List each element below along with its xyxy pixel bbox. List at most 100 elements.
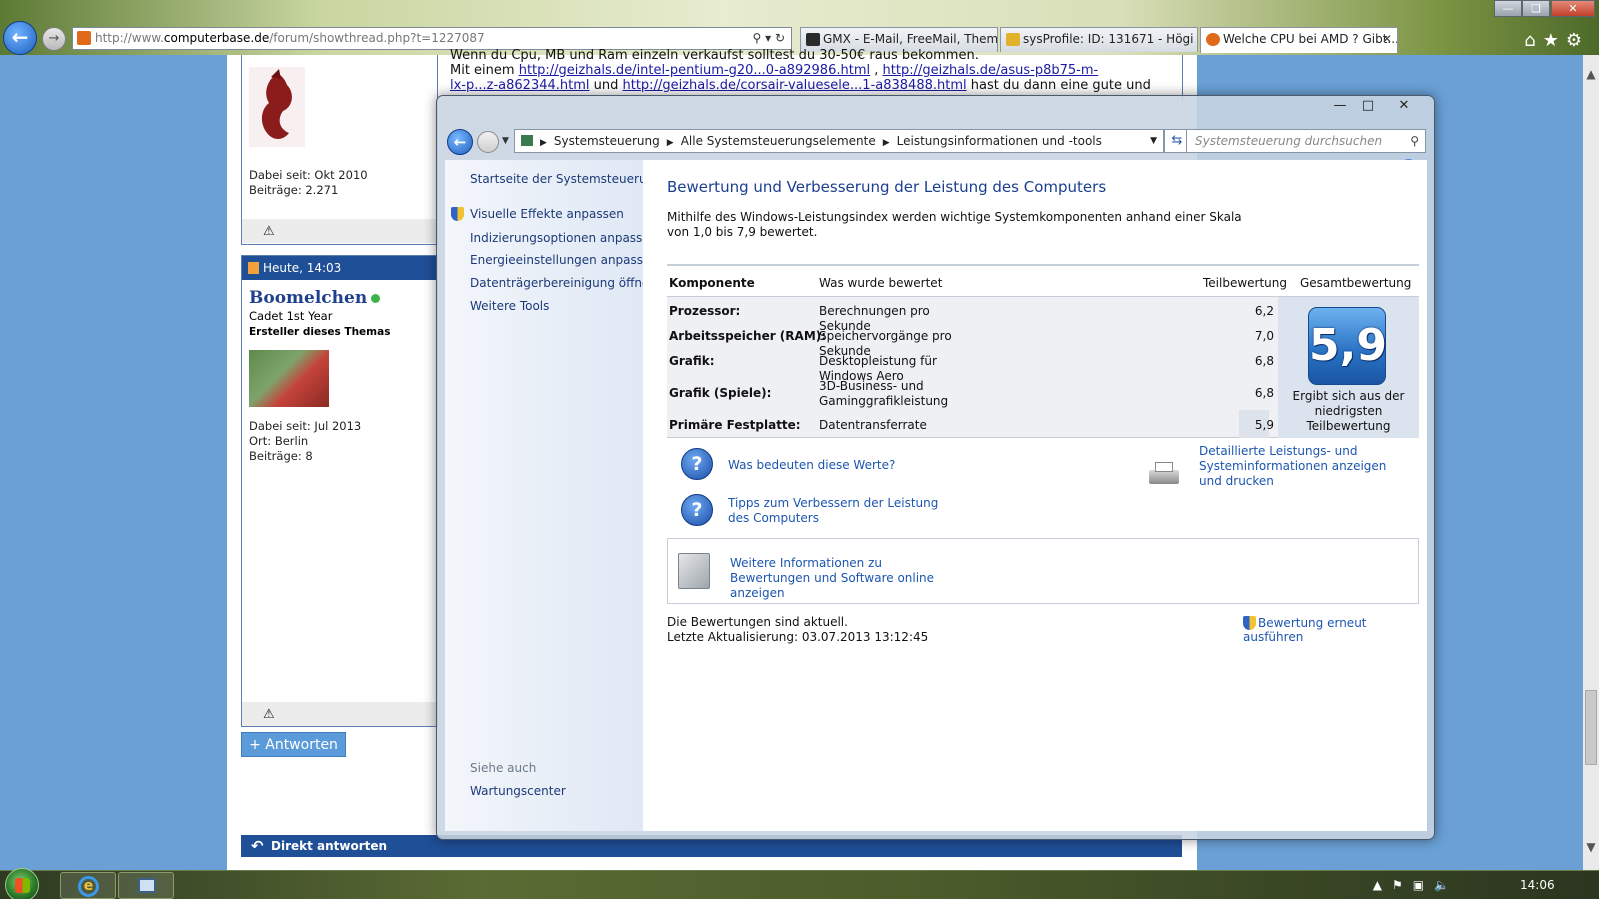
column-header: Was wurde bewertet — [819, 276, 943, 290]
warning-icon[interactable]: ⚠ — [263, 707, 275, 722]
online-info-box: Weitere Informationen zu Bewertungen und… — [667, 538, 1419, 604]
username[interactable]: Boomelchen — [249, 288, 367, 308]
taskbar-control-panel-button[interactable] — [118, 872, 174, 899]
breadcrumb-item[interactable]: Systemsteuerung — [554, 134, 660, 148]
quick-reply-label: Direkt antworten — [271, 839, 388, 853]
breadcrumb-item[interactable]: Alle Systemsteuerungselemente — [681, 134, 876, 148]
post-user-info-2: Heute, 14:03 Boomelchen Cadet 1st Year E… — [241, 255, 438, 727]
post-line-3-suffix: hast du dann eine gute und — [966, 78, 1151, 93]
status-current: Die Bewertungen sind aktuell. — [667, 615, 848, 629]
online-info-link[interactable]: Weitere Informationen zu Bewertungen und… — [730, 556, 950, 601]
detailed-info-link[interactable]: Detaillierte Leistungs- und Systeminform… — [1199, 444, 1399, 489]
post-count: Beiträge: 2.271 — [249, 183, 339, 197]
see-also-heading: Siehe auch — [470, 761, 537, 775]
minimize-button[interactable]: — — [1494, 0, 1522, 17]
browser-tool-icons[interactable]: ⌂★⚙ — [1524, 30, 1589, 51]
username-link[interactable]: Boomelchen — [249, 288, 381, 308]
post-line-2-sep: , — [870, 63, 883, 78]
browser-forward-button[interactable]: → — [42, 27, 66, 51]
post-text: Wenn du Cpu, MB und Ram einzeln verkaufs… — [450, 48, 1170, 93]
user-location: Ort: Berlin — [249, 434, 309, 448]
cp-minimize-button[interactable]: — — [1327, 98, 1353, 116]
search-refresh-icons[interactable]: ⚲ ▾ ↻ — [753, 28, 786, 49]
restore-button[interactable]: ❏ — [1522, 0, 1550, 17]
column-header: Teilbewertung — [1203, 276, 1288, 290]
geizhals-link-1[interactable]: http://geizhals.de/intel-pentium-g20...0… — [519, 63, 870, 78]
sidebar-item-action-center[interactable]: Wartungscenter — [470, 784, 566, 798]
component-score: 6,8 — [1254, 386, 1274, 400]
sidebar-item-power[interactable]: Energieeinstellungen anpassen — [470, 253, 658, 267]
geizhals-link-2b[interactable]: lx-p...z-a862344.html — [450, 78, 590, 93]
tab-label: Welche CPU bei AMD ? Gibt... — [1223, 32, 1398, 46]
search-icon[interactable]: ⚲ — [1410, 130, 1419, 152]
sidebar-item-disk-cleanup[interactable]: Datenträgerbereinigung öffnen — [470, 276, 657, 290]
sidebar-item-visual-effects[interactable]: Visuelle Effekte anpassen — [470, 207, 624, 221]
column-header: Gesamtbewertung — [1300, 276, 1412, 290]
uac-shield-icon — [451, 207, 464, 221]
geizhals-link-2[interactable]: http://geizhals.de/asus-p8b75-m- — [883, 63, 1099, 78]
browser-back-button[interactable]: ← — [3, 21, 37, 55]
geizhals-link-3[interactable]: http://geizhals.de/corsair-valuesele...1… — [623, 78, 967, 93]
last-update: Letzte Aktualisierung: 03.07.2013 13:12:… — [667, 630, 929, 644]
start-button[interactable] — [5, 868, 39, 899]
path-dropdown-icon[interactable]: ▼ — [1150, 130, 1157, 152]
cp-maximize-button[interactable]: □ — [1355, 98, 1381, 116]
breadcrumb-item[interactable]: Leistungsinformationen und -tools — [897, 134, 1102, 148]
system-tray-icons[interactable]: ▲⚑▣🔈 — [1373, 878, 1459, 892]
what-do-values-mean-link[interactable]: Was bedeuten diese Werte? — [728, 458, 895, 473]
site-favicon — [77, 31, 91, 45]
internet-explorer-icon: e — [78, 876, 99, 897]
question-icon: ? — [681, 448, 713, 480]
rerun-assessment-link[interactable]: Bewertung erneut ausführen — [1243, 615, 1427, 644]
post-line-2-prefix: Mit einem — [450, 63, 519, 78]
taskbar: e ▲⚑▣🔈 14:06 — [0, 868, 1599, 899]
computerbase-icon — [1206, 33, 1220, 46]
sidebar-item-home[interactable]: Startseite der Systemsteuerung — [470, 172, 662, 186]
cp-forward-button[interactable] — [477, 131, 499, 153]
overall-score-caption: Ergibt sich aus der niedrigsten Teilbewe… — [1292, 389, 1405, 433]
warning-icon[interactable]: ⚠ — [263, 224, 275, 239]
scroll-thumb[interactable] — [1585, 690, 1597, 765]
cp-close-button[interactable]: ✕ — [1387, 98, 1421, 116]
rerun-label[interactable]: Bewertung erneut ausführen — [1243, 616, 1367, 644]
user-rank: Cadet 1st Year — [249, 309, 333, 323]
scroll-up-icon[interactable]: ▲ — [1583, 67, 1599, 83]
cp-search-input[interactable]: Systemsteuerung durchsuchen ⚲ — [1186, 129, 1426, 153]
component-rated: Datentransferrate — [819, 418, 927, 432]
component-name: Grafik: — [669, 354, 715, 368]
component-name: Prozessor: — [669, 304, 741, 318]
cp-sidebar: Startseite der Systemsteuerung Visuelle … — [445, 160, 662, 831]
printer-icon — [1147, 460, 1181, 488]
software-icon — [678, 553, 710, 589]
sidebar-item-more-tools[interactable]: Weitere Tools — [470, 299, 549, 313]
page-scrollbar[interactable]: ▲ ▼ — [1583, 55, 1599, 870]
browser-toolbar: ← → http://www.computerbase.de/forum/sho… — [0, 0, 1599, 55]
component-name: Grafik (Spiele): — [669, 386, 772, 400]
search-placeholder: Systemsteuerung durchsuchen — [1195, 134, 1383, 148]
tab-computerbase[interactable]: Welche CPU bei AMD ? Gibt... ✕ — [1200, 27, 1398, 53]
component-name: Arbeitsspeicher (RAM): — [669, 329, 827, 343]
performance-tips-link[interactable]: Tipps zum Verbessern der Leistung des Co… — [728, 496, 958, 526]
address-bar[interactable]: http://www.computerbase.de/forum/showthr… — [72, 27, 792, 50]
report-bar: ⚠ — [242, 702, 437, 726]
scroll-down-icon[interactable]: ▼ — [1583, 840, 1599, 856]
post-header: Heute, 14:03 — [242, 256, 437, 280]
user-avatar-dragon — [249, 67, 305, 147]
reply-button[interactable]: + Antworten — [241, 732, 346, 757]
cp-back-button[interactable]: ← — [447, 129, 473, 155]
history-dropdown-icon[interactable]: ▼ — [502, 136, 509, 146]
windows-logo-icon — [15, 878, 30, 893]
sysprofile-icon — [1006, 33, 1020, 46]
close-button[interactable]: ✕ — [1551, 0, 1595, 17]
cp-breadcrumb[interactable]: ▶ Systemsteuerung ▶ Alle Systemsteuerungsel… — [514, 129, 1164, 153]
overall-score-badge: 5,9 — [1308, 307, 1387, 385]
taskbar-ie-button[interactable]: e — [60, 872, 116, 899]
post-icon — [248, 262, 259, 274]
monitor-icon — [138, 878, 156, 893]
taskbar-clock[interactable]: 14:06 — [1520, 878, 1555, 892]
user-avatar-photo[interactable] — [249, 350, 329, 407]
tab-close-icon[interactable]: ✕ — [1382, 28, 1392, 51]
page-title: Bewertung und Verbesserung der Leistung … — [667, 178, 1107, 196]
sidebar-item-indexing[interactable]: Indizierungsoptionen anpassen — [470, 231, 657, 245]
post-line-3-und: und — [589, 78, 623, 93]
